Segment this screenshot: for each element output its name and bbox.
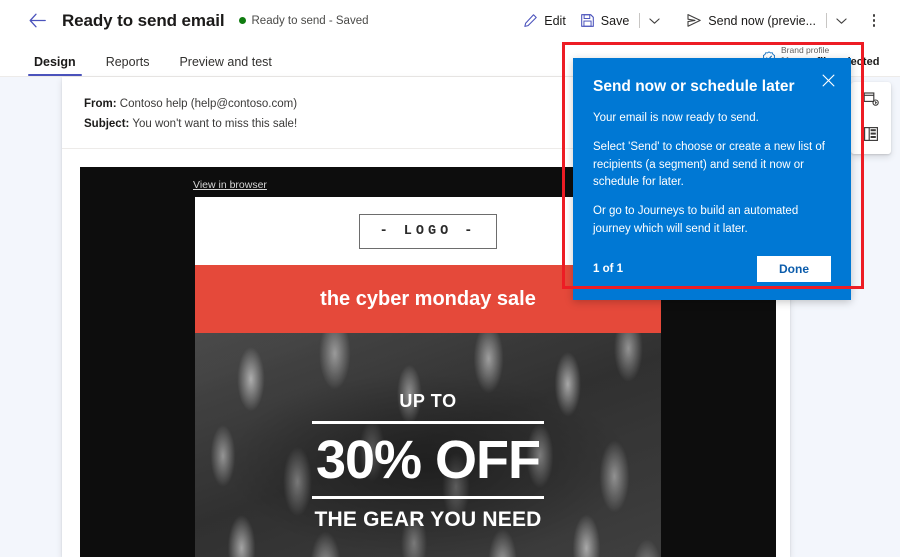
send-now-button[interactable]: Send now (previe...: [679, 5, 823, 37]
teaching-callout: Send now or schedule later Your email is…: [573, 58, 851, 301]
callout-step-counter: 1 of 1: [593, 263, 624, 276]
send-dropdown-button[interactable]: [830, 6, 852, 36]
email-hero-image-section[interactable]: UP TO 30% OFF THE GEAR YOU NEED: [195, 333, 661, 557]
save-label: Save: [600, 13, 630, 28]
divider: [639, 13, 641, 28]
logo-placeholder: - LOGO -: [358, 213, 498, 249]
pencil-edit-icon: [523, 13, 538, 28]
tab-design[interactable]: Design: [26, 55, 84, 76]
hero-tagline-text: THE GEAR YOU NEED: [314, 507, 542, 531]
page-title: Ready to send email: [62, 10, 225, 30]
hero-rule-bottom: [312, 495, 544, 499]
tab-reports[interactable]: Reports: [98, 55, 158, 76]
app-root: Ready to send email Ready to send - Save…: [0, 0, 900, 557]
status-dot-icon: [238, 17, 246, 24]
edit-button[interactable]: Edit: [516, 5, 573, 37]
divider: [826, 13, 827, 28]
save-button[interactable]: Save: [573, 5, 637, 37]
back-button[interactable]: [20, 4, 54, 38]
email-from-label: From:: [84, 98, 117, 110]
layout-sections-icon: [862, 125, 880, 148]
chevron-down-icon: [649, 12, 660, 30]
close-x-icon: [822, 74, 835, 92]
chevron-down-icon: [835, 12, 847, 30]
brand-profile-label: Brand profile: [781, 45, 830, 55]
callout-paragraph-1: Your email is now ready to send.: [593, 111, 759, 124]
email-subject-label: Subject:: [84, 117, 130, 130]
hero-rule-top: [312, 420, 544, 424]
more-vertical-icon: [872, 14, 876, 27]
callout-done-button[interactable]: Done: [757, 256, 831, 283]
command-bar: Ready to send email Ready to send - Save…: [0, 0, 900, 41]
send-paper-plane-icon: [686, 13, 702, 28]
hero-discount-text: 30% OFF: [315, 429, 541, 490]
content-blocks-icon: [862, 90, 880, 113]
status-badge: Ready to send - Saved: [238, 14, 369, 27]
tab-design-label: Design: [34, 55, 76, 69]
sale-headline-text: the cyber monday sale: [320, 288, 536, 311]
hero-text-block: UP TO 30% OFF THE GEAR YOU NEED: [209, 347, 647, 557]
back-arrow-icon: [29, 13, 46, 28]
callout-footer: 1 of 1 Done: [593, 256, 831, 283]
send-now-label: Send now (previe...: [708, 13, 816, 28]
hero-up-to-text: UP TO: [399, 390, 457, 411]
edit-label: Edit: [544, 13, 566, 28]
tab-reports-label: Reports: [105, 55, 150, 69]
tab-preview-and-test[interactable]: Preview and test: [171, 55, 279, 76]
layout-sections-button[interactable]: [862, 125, 880, 148]
more-commands-button[interactable]: [860, 6, 888, 36]
close-callout-button[interactable]: [817, 72, 839, 94]
canvas-tool-strip: [851, 82, 891, 154]
content-blocks-button[interactable]: [862, 90, 880, 113]
email-subject-value: You won't want to miss this sale!: [132, 117, 298, 130]
callout-paragraph-2: Select 'Send' to choose or create a new …: [593, 141, 825, 188]
save-floppy-icon: [580, 13, 595, 28]
callout-paragraph-3: Or go to Journeys to build an automated …: [593, 205, 799, 235]
view-in-browser-link[interactable]: View in browser: [193, 179, 267, 191]
tab-preview-and-test-label: Preview and test: [179, 55, 272, 69]
status-label: Ready to send - Saved: [251, 14, 369, 27]
command-bar-actions: Edit Save Send now (previe...: [516, 0, 900, 41]
save-dropdown-button[interactable]: [643, 6, 665, 36]
email-from-value: Contoso help (help@contoso.com): [119, 98, 298, 110]
callout-title: Send now or schedule later: [593, 78, 795, 95]
